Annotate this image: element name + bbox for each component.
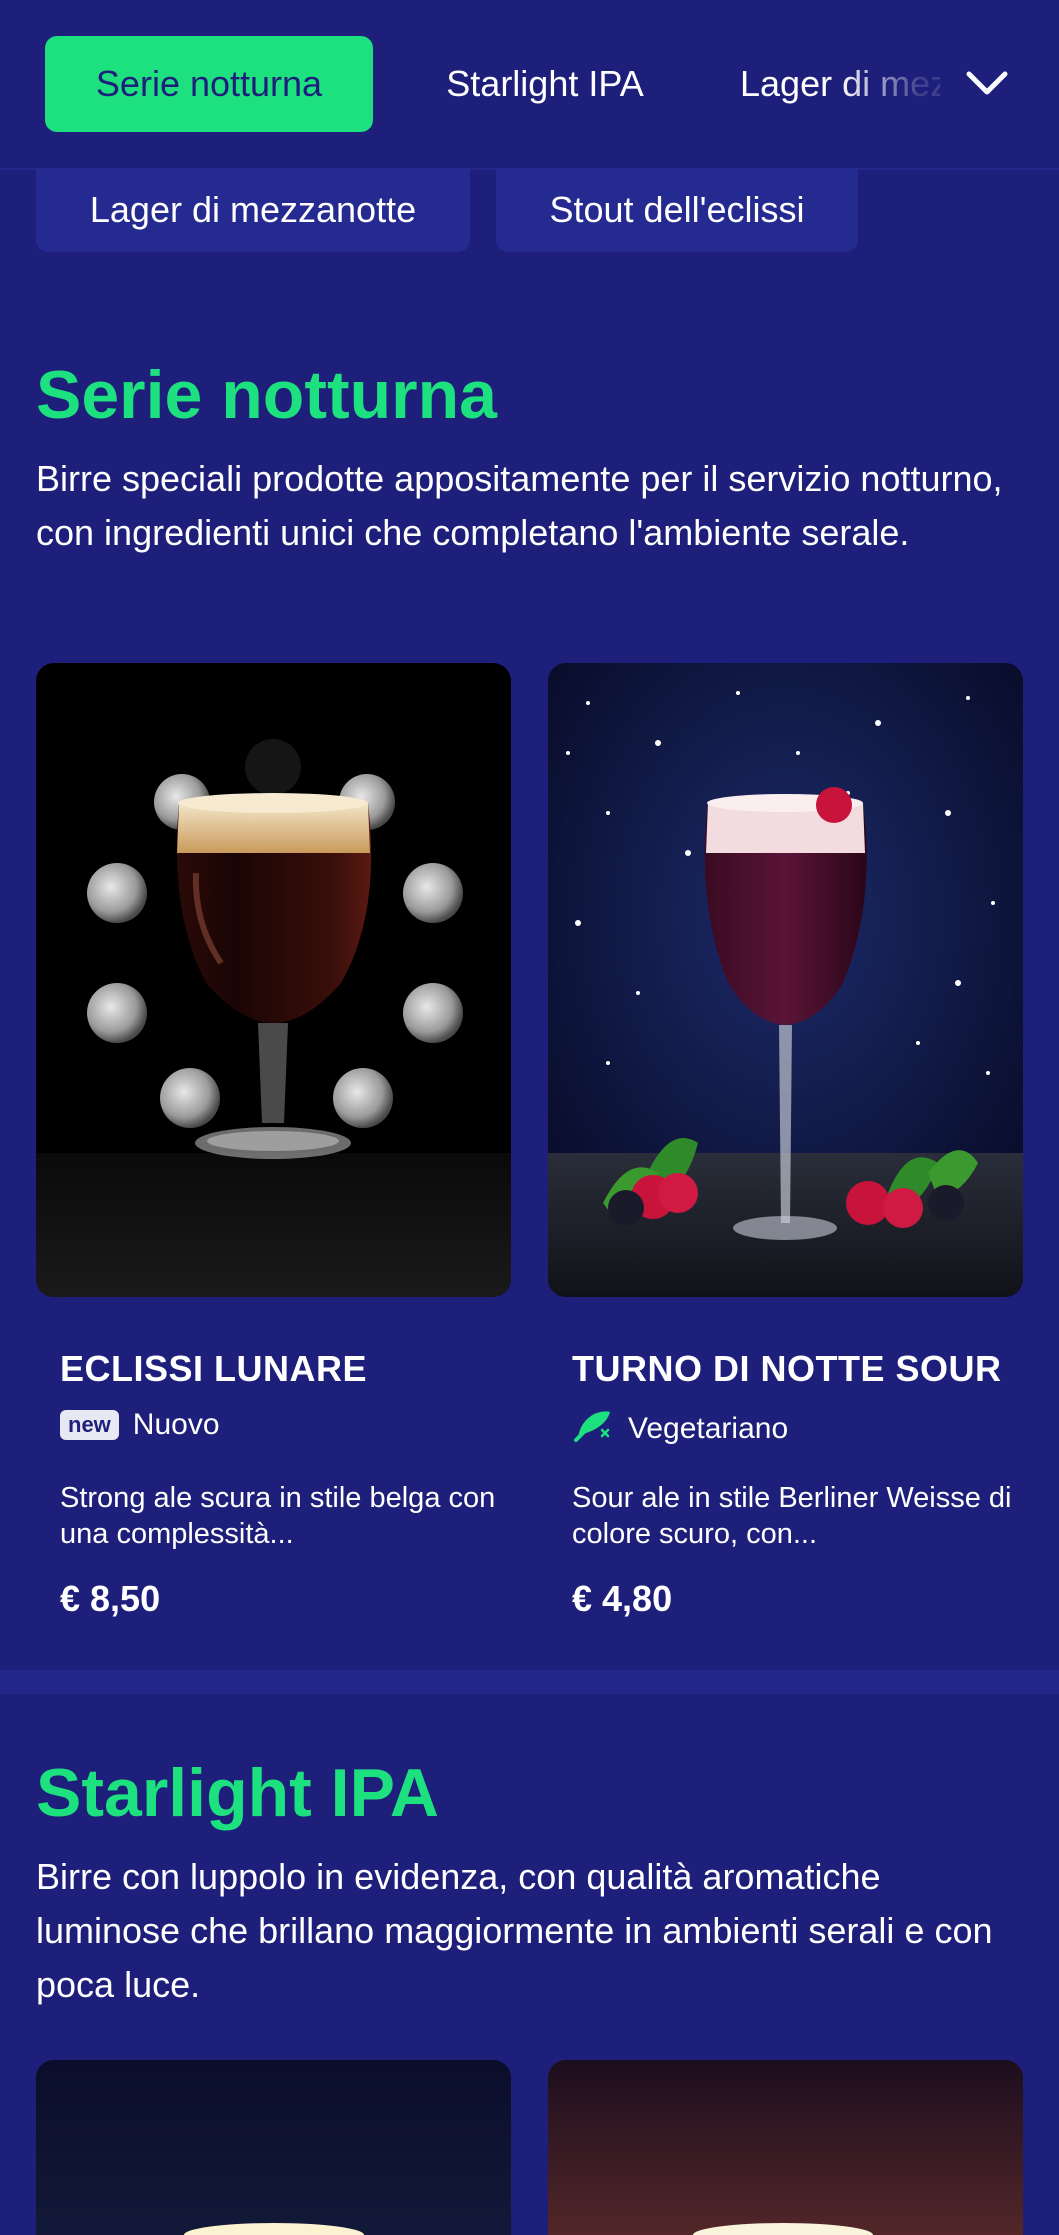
section-divider	[0, 1670, 1059, 1694]
product-tag: new Nuovo	[60, 1408, 220, 1442]
product-image-eclissi-lunare[interactable]	[36, 663, 511, 1297]
product-price: € 8,50	[60, 1578, 161, 1619]
tab-serie-notturna[interactable]: Serie notturna	[45, 36, 373, 132]
chevron-down-icon[interactable]	[962, 58, 1012, 108]
product-description: Strong ale scura in stile belga con una …	[60, 1482, 496, 1550]
product-description: Sour ale in stile Berliner Weisse di col…	[572, 1482, 1012, 1550]
tab-lager-di-mezzanotte-overflow[interactable]: Lager di mezzanotte	[36, 168, 470, 252]
product-name[interactable]: ECLISSI LUNARE	[60, 1348, 367, 1390]
tab-stout-eclissi[interactable]: Stout dell'eclissi	[496, 168, 858, 252]
leaf-icon	[572, 1408, 614, 1450]
section-description: Birre con luppolo in evidenza, con quali…	[36, 1856, 993, 2005]
category-nav: Serie notturna Starlight IPA Lager di me…	[0, 0, 1059, 170]
tab-starlight-ipa[interactable]: Starlight IPA	[420, 36, 670, 132]
product-price: € 4,80	[572, 1578, 673, 1619]
product-tag: Vegetariano	[572, 1408, 788, 1450]
product-image[interactable]	[548, 2060, 1023, 2235]
product-tag-label: Vegetariano	[628, 1412, 789, 1445]
product-name[interactable]: TURNO DI NOTTE SOUR	[572, 1348, 1002, 1390]
tab-lager-di-mezzanotte[interactable]: Lager di mezzanotte	[740, 36, 940, 132]
new-badge: new	[60, 1410, 119, 1440]
product-image[interactable]	[36, 2060, 511, 2235]
section-description: Birre speciali prodotte appositamente pe…	[36, 458, 1003, 553]
section-title: Starlight IPA	[36, 1755, 439, 1831]
product-image-turno-di-notte-sour[interactable]	[548, 663, 1023, 1297]
product-tag-label: Nuovo	[132, 1408, 220, 1441]
section-title: Serie notturna	[36, 357, 497, 433]
